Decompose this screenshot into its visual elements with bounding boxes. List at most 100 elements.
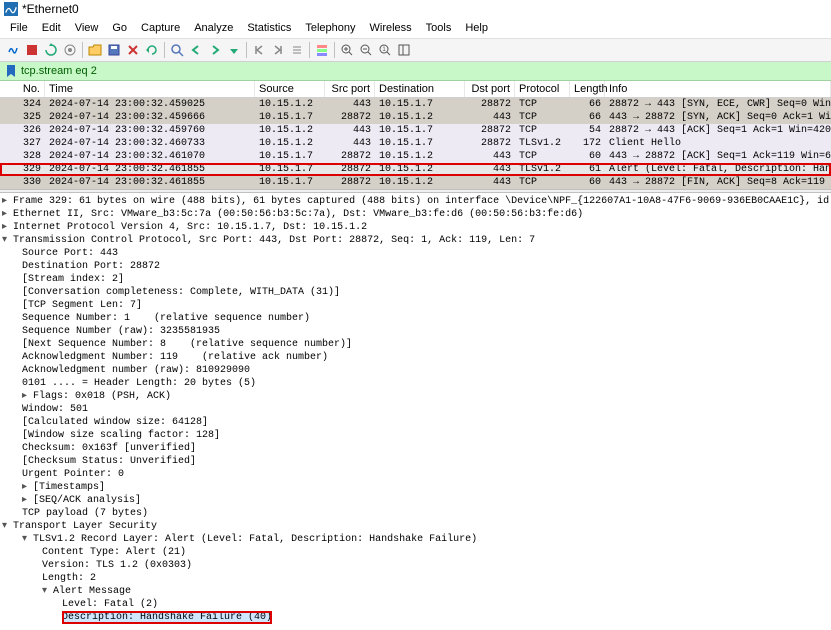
packet-cell: 66 [570, 111, 605, 124]
detail-ip[interactable]: Internet Protocol Version 4, Src: 10.15.… [2, 221, 829, 234]
go-forward-icon[interactable] [206, 41, 224, 59]
detail-line[interactable]: Destination Port: 28872 [2, 260, 829, 273]
detail-line[interactable]: Acknowledgment number (raw): 810929090 [2, 364, 829, 377]
packet-cell: 28872 → 443 [SYN, ECE, CWR] Seq=0 Win=81… [605, 98, 831, 111]
go-back-icon[interactable] [187, 41, 205, 59]
col-header-info[interactable]: Info [605, 81, 831, 97]
detail-line[interactable]: 0101 .... = Header Length: 20 bytes (5) [2, 377, 829, 390]
zoom-out-icon[interactable] [357, 41, 375, 59]
col-header-source[interactable]: Source [255, 81, 325, 97]
detail-line[interactable]: [Window size scaling factor: 128] [2, 429, 829, 442]
display-filter-input[interactable] [21, 65, 827, 77]
detail-line[interactable]: [Calculated window size: 64128] [2, 416, 829, 429]
zoom-reset-icon[interactable]: 1 [376, 41, 394, 59]
col-header-protocol[interactable]: Protocol [515, 81, 570, 97]
packet-row[interactable]: 3302024-07-14 23:00:32.46185510.15.1.728… [0, 176, 831, 189]
detail-seqack[interactable]: [SEQ/ACK analysis] [2, 494, 829, 507]
packet-list[interactable]: No. Time Source Src port Destination Dst… [0, 81, 831, 189]
packet-row[interactable]: 3242024-07-14 23:00:32.45902510.15.1.244… [0, 98, 831, 111]
menu-view[interactable]: View [69, 20, 105, 36]
menu-analyze[interactable]: Analyze [188, 20, 239, 36]
detail-line[interactable]: Version: TLS 1.2 (0x0303) [2, 559, 829, 572]
packet-cell: 61 [570, 163, 605, 176]
packet-cell: 443 → 28872 [SYN, ACK] Seq=0 Ack=1 Win=6… [605, 111, 831, 124]
menu-edit[interactable]: Edit [36, 20, 67, 36]
packet-row[interactable]: 3292024-07-14 23:00:32.46185510.15.1.728… [0, 163, 831, 176]
detail-tls-record[interactable]: TLSv1.2 Record Layer: Alert (Level: Fata… [2, 533, 829, 546]
menu-capture[interactable]: Capture [135, 20, 186, 36]
col-header-time[interactable]: Time [45, 81, 255, 97]
restart-capture-icon[interactable] [42, 41, 60, 59]
packet-cell: 10.15.1.7 [375, 124, 465, 137]
detail-alert-level[interactable]: Level: Fatal (2) [2, 598, 829, 611]
go-to-packet-icon[interactable] [225, 41, 243, 59]
packet-row[interactable]: 3262024-07-14 23:00:32.45976010.15.1.244… [0, 124, 831, 137]
detail-line[interactable]: [Stream index: 2] [2, 273, 829, 286]
detail-ethernet[interactable]: Ethernet II, Src: VMware_b3:5c:7a (00:50… [2, 208, 829, 221]
go-first-icon[interactable] [250, 41, 268, 59]
detail-line[interactable]: [Conversation completeness: Complete, WI… [2, 286, 829, 299]
detail-line[interactable]: [Next Sequence Number: 8 (relative seque… [2, 338, 829, 351]
packet-row[interactable]: 3252024-07-14 23:00:32.45966610.15.1.728… [0, 111, 831, 124]
detail-tcp[interactable]: Transmission Control Protocol, Src Port:… [2, 234, 829, 247]
capture-options-icon[interactable] [61, 41, 79, 59]
detail-line[interactable]: [TCP Segment Len: 7] [2, 299, 829, 312]
packet-cell: TCP [515, 176, 570, 189]
menu-bar: File Edit View Go Capture Analyze Statis… [0, 18, 831, 39]
resize-columns-icon[interactable] [395, 41, 413, 59]
packet-cell: 60 [570, 176, 605, 189]
zoom-in-icon[interactable] [338, 41, 356, 59]
menu-file[interactable]: File [4, 20, 34, 36]
packet-row[interactable]: 3282024-07-14 23:00:32.46107010.15.1.728… [0, 150, 831, 163]
packet-cell: 60 [570, 150, 605, 163]
detail-line[interactable]: Acknowledgment Number: 119 (relative ack… [2, 351, 829, 364]
open-file-icon[interactable] [86, 41, 104, 59]
detail-tcp-payload[interactable]: TCP payload (7 bytes) [2, 507, 829, 520]
detail-line[interactable]: Sequence Number: 1 (relative sequence nu… [2, 312, 829, 325]
find-icon[interactable] [168, 41, 186, 59]
menu-wireless[interactable]: Wireless [364, 20, 418, 36]
save-file-icon[interactable] [105, 41, 123, 59]
col-header-srcport[interactable]: Src port [325, 81, 375, 97]
col-header-dstport[interactable]: Dst port [465, 81, 515, 97]
auto-scroll-icon[interactable] [288, 41, 306, 59]
detail-tcp-flags[interactable]: Flags: 0x018 (PSH, ACK) [2, 390, 829, 403]
close-file-icon[interactable] [124, 41, 142, 59]
detail-line[interactable]: [Checksum Status: Unverified] [2, 455, 829, 468]
detail-line[interactable]: Checksum: 0x163f [unverified] [2, 442, 829, 455]
packet-details[interactable]: Frame 329: 61 bytes on wire (488 bits), … [0, 193, 831, 630]
detail-line[interactable]: Content Type: Alert (21) [2, 546, 829, 559]
stop-capture-icon[interactable] [23, 41, 41, 59]
title-bar: *Ethernet0 [0, 0, 831, 18]
detail-frame[interactable]: Frame 329: 61 bytes on wire (488 bits), … [2, 195, 829, 208]
reload-icon[interactable] [143, 41, 161, 59]
menu-go[interactable]: Go [106, 20, 133, 36]
bookmark-icon[interactable] [4, 64, 18, 78]
col-header-length[interactable]: Length [570, 81, 605, 97]
detail-alert-message[interactable]: Alert Message [2, 585, 829, 598]
packet-cell: 2024-07-14 23:00:32.461855 [45, 176, 255, 189]
packet-cell: 10.15.1.7 [375, 98, 465, 111]
detail-alert-description[interactable]: Description: Handshake Failure (40) [62, 611, 272, 624]
detail-tls[interactable]: Transport Layer Security [2, 520, 829, 533]
col-header-destination[interactable]: Destination [375, 81, 465, 97]
packet-cell: 10.15.1.2 [255, 137, 325, 150]
menu-telephony[interactable]: Telephony [299, 20, 361, 36]
menu-tools[interactable]: Tools [420, 20, 458, 36]
detail-line[interactable]: Window: 501 [2, 403, 829, 416]
start-capture-icon[interactable] [4, 41, 22, 59]
col-header-no[interactable]: No. [0, 81, 45, 97]
detail-line[interactable]: Length: 2 [2, 572, 829, 585]
detail-timestamps[interactable]: [Timestamps] [2, 481, 829, 494]
wireshark-icon [4, 2, 18, 16]
colorize-icon[interactable] [313, 41, 331, 59]
packet-cell: 10.15.1.7 [255, 111, 325, 124]
menu-help[interactable]: Help [459, 20, 494, 36]
packet-row[interactable]: 3272024-07-14 23:00:32.46073310.15.1.244… [0, 137, 831, 150]
menu-statistics[interactable]: Statistics [241, 20, 297, 36]
packet-cell: Alert (Level: Fatal, Description: Handsh… [605, 163, 831, 176]
detail-line[interactable]: Source Port: 443 [2, 247, 829, 260]
detail-line[interactable]: Sequence Number (raw): 3235581935 [2, 325, 829, 338]
detail-line[interactable]: Urgent Pointer: 0 [2, 468, 829, 481]
go-last-icon[interactable] [269, 41, 287, 59]
